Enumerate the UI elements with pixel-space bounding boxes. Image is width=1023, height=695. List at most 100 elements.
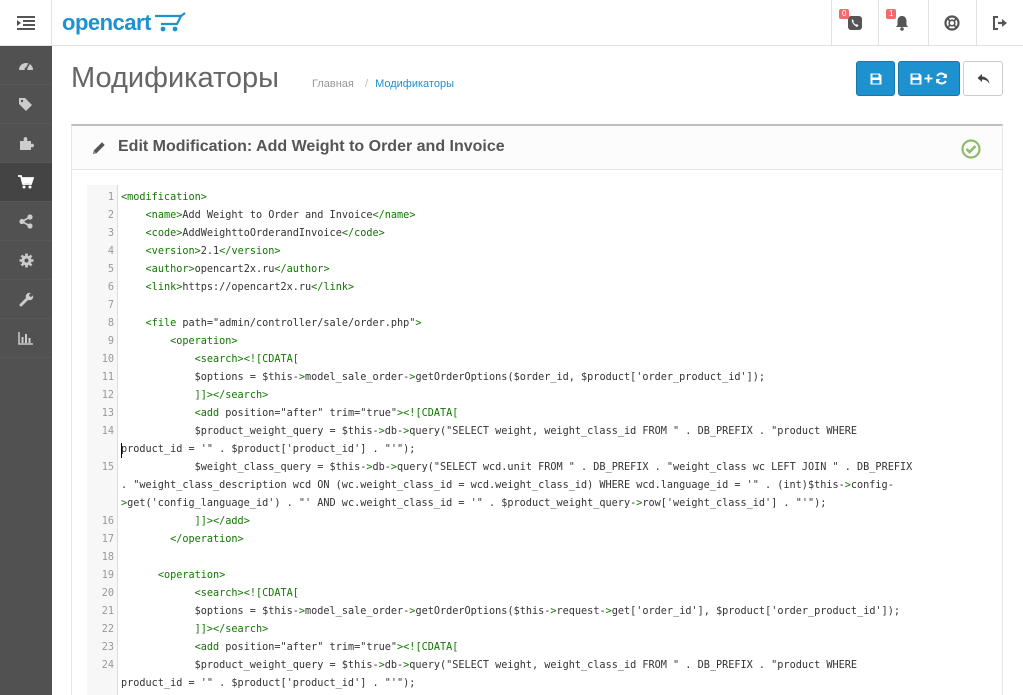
panel-heading: Edit Modification: Add Weight to Order a…	[72, 126, 1002, 170]
tags-icon	[19, 97, 32, 111]
top-header: opencart 0 1	[0, 0, 1023, 46]
help-button[interactable]	[928, 0, 975, 46]
breadcrumb-separator: /	[364, 78, 368, 90]
line-number: 18	[101, 552, 114, 563]
cart-logo-icon	[154, 12, 186, 32]
text-cursor	[121, 443, 122, 458]
logout-button[interactable]	[976, 0, 1023, 46]
sidebar-item-sales[interactable]	[0, 163, 52, 202]
code-line: $product_weight_query = $this->db->query…	[121, 426, 858, 437]
line-number: 23	[101, 642, 114, 653]
save-and-refresh-button[interactable]	[898, 61, 960, 96]
gear-icon	[19, 253, 33, 267]
line-number: 5	[107, 264, 114, 275]
code-line: <add position="after" trim="true"><![CDA…	[194, 642, 459, 653]
logo-text: opencart	[62, 10, 151, 35]
sidebar-item-tools[interactable]	[0, 280, 52, 319]
code-line: <add position="after" trim="true"><![CDA…	[194, 408, 459, 419]
sign-out-icon	[993, 16, 1007, 30]
sidebar-item-system[interactable]	[0, 241, 52, 280]
shopping-cart-icon	[18, 175, 34, 189]
save-button[interactable]	[856, 61, 895, 96]
line-number: 21	[101, 606, 114, 617]
panel-title: Edit Modification: Add Weight to Order a…	[118, 138, 505, 155]
reply-arrow-icon	[977, 73, 989, 84]
share-icon	[19, 213, 33, 229]
code-line: <operation>	[170, 336, 238, 347]
code-editor[interactable]: 1 2 3 4 5 6 7 8 9 10 11 12 13 14 15 16 17 18 19 20 21 22 23 24 …	[87, 185, 999, 695]
sidebar-item-marketing[interactable]	[0, 202, 52, 241]
line-number: 8	[107, 318, 114, 329]
code-line: <operation>	[157, 570, 226, 581]
code-line: <modification>	[121, 192, 207, 203]
code-line: $product_weight_query = $this->db->query…	[121, 660, 858, 671]
code-line: <search><![CDATA[	[194, 588, 299, 599]
code-line: >get('config_language_id') . "' AND wc.w…	[121, 498, 827, 509]
sidebar	[0, 46, 52, 695]
page-title: Модификаторы	[71, 62, 280, 94]
line-number: 3	[107, 228, 114, 239]
pencil-icon	[93, 142, 105, 154]
opencart-logo[interactable]: opencart	[62, 9, 187, 37]
line-number: 16	[101, 516, 114, 527]
line-number: 15	[101, 462, 114, 473]
line-number-gutter: 1 2 3 4 5 6 7 8 9 10 11 12 13 14 15 16 17 18 19 20 21 22 23 24	[87, 185, 118, 695]
sidebar-item-reports[interactable]	[0, 319, 52, 358]
line-number: 2	[107, 210, 114, 221]
wrench-icon	[19, 292, 33, 306]
puzzle-icon	[19, 136, 34, 150]
line-number: 10	[101, 354, 114, 365]
phone-icon	[848, 16, 862, 30]
life-ring-icon	[944, 15, 960, 31]
line-number: 22	[101, 624, 114, 635]
indent-icon	[16, 16, 35, 30]
line-number: 7	[107, 300, 114, 311]
menu-toggle-button[interactable]	[0, 0, 52, 46]
line-number: 1	[107, 192, 114, 203]
line-number: 11	[101, 372, 114, 383]
line-number: 19	[101, 570, 114, 581]
sidebar-item-extensions[interactable]	[0, 124, 52, 163]
alert-count-badge: 1	[886, 9, 897, 19]
code-line: $options = $this->model_sale_order->getO…	[121, 372, 766, 383]
line-number: 14	[101, 426, 114, 437]
code-line: $options = $this->model_sale_order->getO…	[121, 606, 901, 617]
code-line: <file path="admin/controller/sale/order.…	[145, 318, 422, 329]
code-line: <author>opencart2x.ru</author>	[145, 264, 330, 275]
code-line: <search><![CDATA[	[194, 354, 299, 365]
breadcrumb-home-link[interactable]: Главная	[312, 78, 354, 90]
notification-count-badge: 0	[839, 9, 850, 19]
dashboard-icon	[19, 62, 33, 71]
line-number: 13	[101, 408, 114, 419]
alerts-button[interactable]: 1	[878, 0, 925, 46]
code-line: product_id = '" . $product['product_id']…	[121, 444, 416, 455]
code-line: ]]></search>	[194, 390, 269, 401]
floppy-disk-icon	[870, 73, 881, 84]
code-line: <link>https://opencart2x.ru</link>	[145, 282, 355, 293]
code-line: product_id = '" . $product['product_id']…	[121, 678, 416, 689]
bell-icon	[896, 16, 908, 31]
floppy-disk-icon	[910, 73, 922, 84]
line-number: 12	[101, 390, 114, 401]
bar-chart-icon	[18, 332, 33, 345]
breadcrumb: Главная / Модификаторы	[312, 78, 454, 90]
check-circle-icon[interactable]	[961, 139, 981, 159]
breadcrumb-current-link[interactable]: Модификаторы	[375, 78, 454, 90]
code-line: . "weight_class_description wcd ON (wc.w…	[121, 480, 894, 491]
code-line: ]]></search>	[194, 624, 269, 635]
back-button[interactable]	[963, 61, 1003, 96]
line-number: 9	[107, 336, 114, 347]
line-number: 6	[107, 282, 114, 293]
code-line: $weight_class_query = $this->db->query("…	[121, 462, 913, 473]
line-number: 4	[107, 246, 114, 257]
refresh-icon	[936, 72, 947, 85]
code-line: <name>Add Weight to Order and Invoice</n…	[145, 210, 416, 221]
sidebar-item-dashboard[interactable]	[0, 46, 52, 85]
code-line: ]]></add>	[194, 516, 250, 527]
line-number: 17	[101, 534, 114, 545]
order-notifications-button[interactable]: 0	[831, 0, 878, 46]
sidebar-item-catalog[interactable]	[0, 85, 52, 124]
code-line: <code>AddWeighttoOrderandInvoice</code>	[145, 228, 385, 239]
plus-icon	[924, 74, 933, 83]
line-number: 20	[101, 588, 114, 599]
